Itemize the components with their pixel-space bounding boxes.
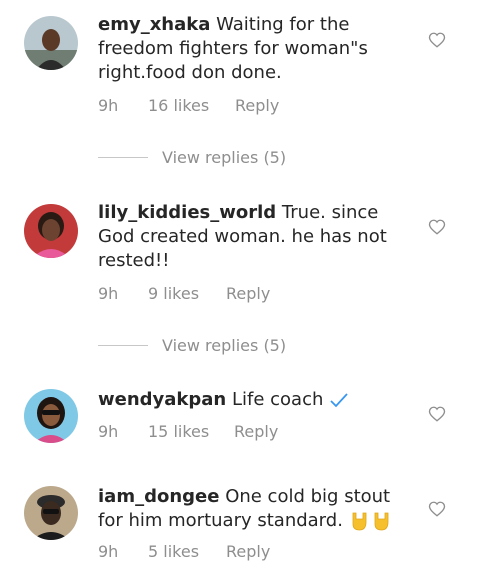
heart-outline-icon[interactable] [428,31,446,49]
replies-divider [98,157,148,158]
comment-text-block: emy_xhaka Waiting for the freedom fighte… [98,13,418,85]
avatar[interactable] [24,16,78,70]
comment-username[interactable]: wendyakpan [98,389,226,410]
comment-text-block: wendyakpan Life coach [98,388,418,412]
avatar-image [24,204,78,258]
comment-likes[interactable]: 15 likes [148,422,209,441]
comment-likes[interactable]: 9 likes [148,284,199,303]
avatar-image [24,486,78,540]
reply-button[interactable]: Reply [226,542,270,561]
comment-time: 9h [98,96,119,115]
comment-text-block: lily_kiddies_world True. since God creat… [98,201,418,273]
view-replies-label[interactable]: View replies (5) [162,336,286,355]
reply-button[interactable]: Reply [235,96,279,115]
comment-likes[interactable]: 16 likes [148,96,209,115]
comment-username[interactable]: emy_xhaka [98,14,210,35]
comment-text-block: iam_dongee One cold big stout for him mo… [98,485,418,533]
view-replies-button[interactable]: View replies (5) [98,148,398,168]
rock-on-hand-emoji [352,512,367,531]
heart-outline-icon[interactable] [428,500,446,518]
heart-outline-icon[interactable] [428,405,446,423]
comment-likes[interactable]: 5 likes [148,542,199,561]
replies-divider [98,345,148,346]
view-replies-button[interactable]: View replies (5) [98,336,398,356]
avatar-image [24,16,78,70]
avatar[interactable] [24,486,78,540]
comment-time: 9h [98,284,119,303]
avatar[interactable] [24,389,78,443]
reply-button[interactable]: Reply [234,422,278,441]
comment-body: Life coach [231,389,324,410]
reply-button[interactable]: Reply [226,284,270,303]
comment-time: 9h [98,542,119,561]
checkmark-icon [330,393,348,408]
avatar-image [24,389,78,443]
avatar[interactable] [24,204,78,258]
comment-time: 9h [98,422,119,441]
comment-username[interactable]: iam_dongee [98,486,219,507]
view-replies-label[interactable]: View replies (5) [162,148,286,167]
comment-username[interactable]: lily_kiddies_world [98,202,276,223]
heart-outline-icon[interactable] [428,218,446,236]
rock-on-hand-emoji [374,512,389,531]
